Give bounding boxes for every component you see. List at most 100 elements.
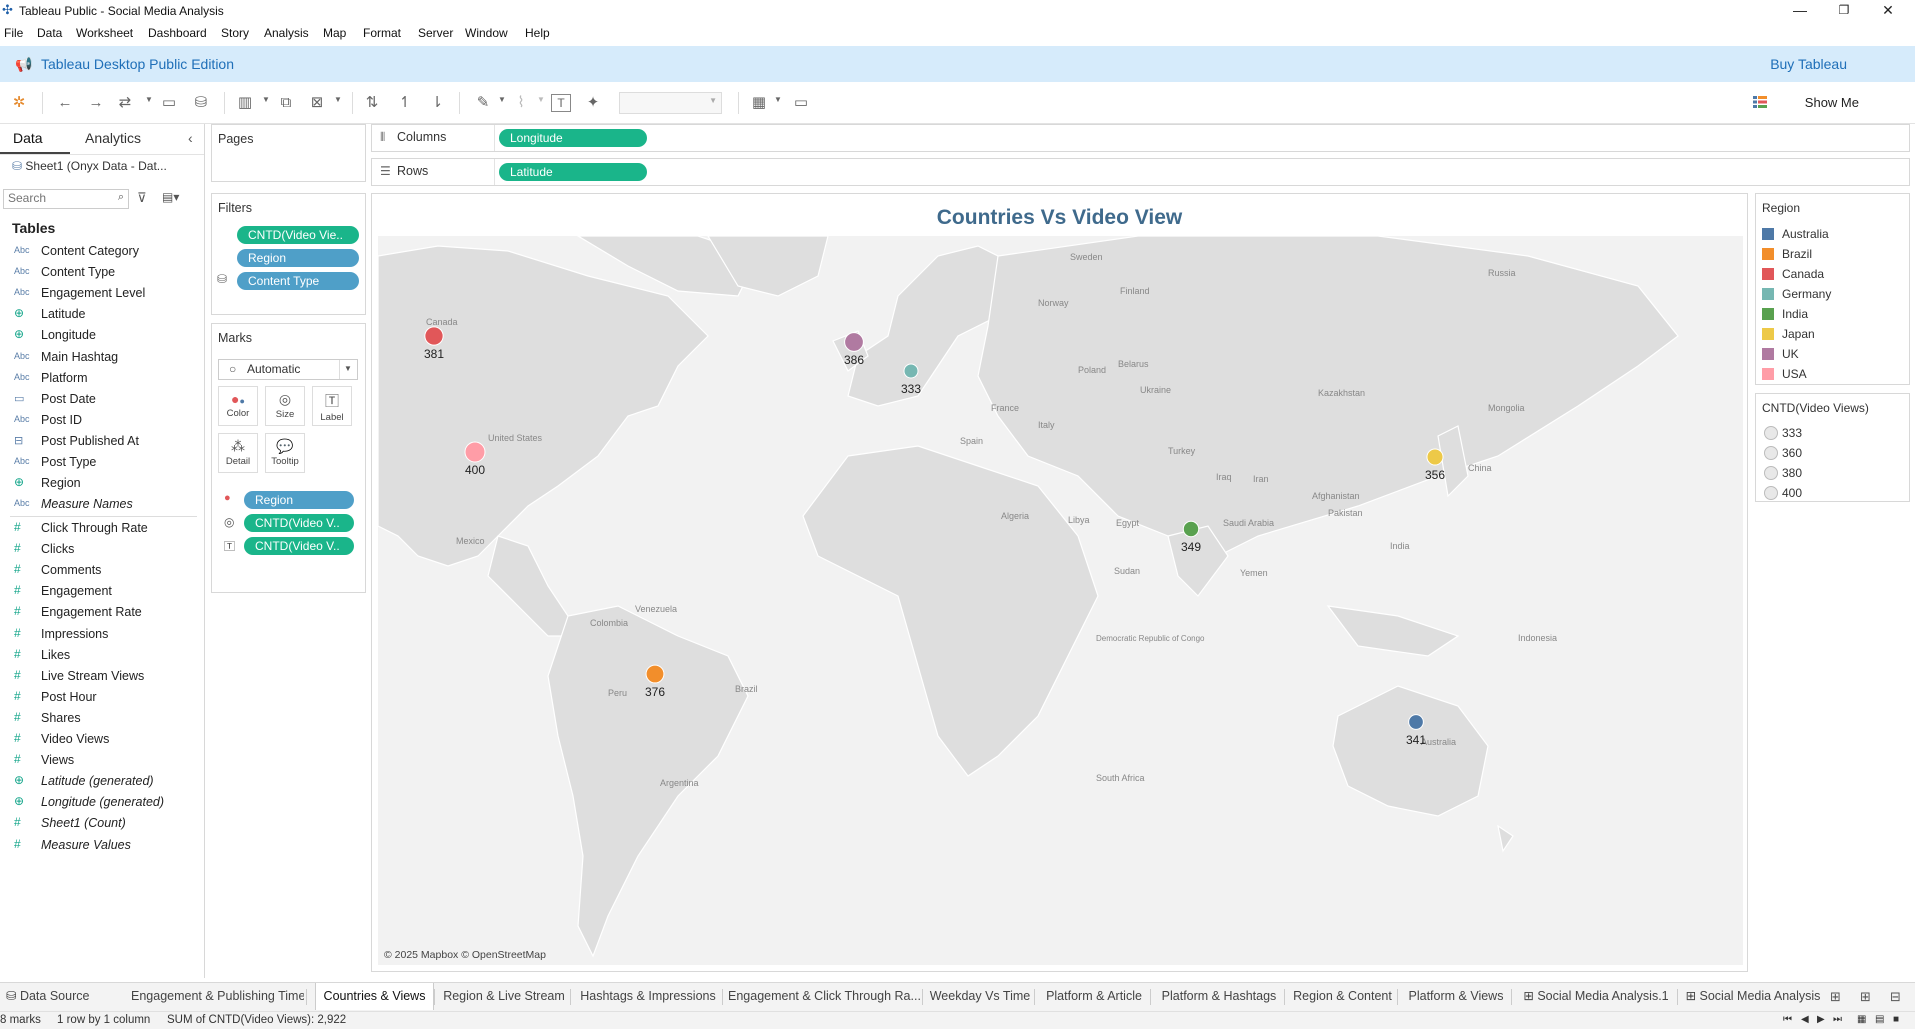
measure-field-impressions[interactable]: # Impressions (0, 625, 204, 645)
sheet-tab-engagement-publishing-time[interactable]: Engagement & Publishing Time (131, 983, 304, 1010)
view-options-icon[interactable]: ▤▾ (162, 190, 179, 204)
dimension-field-content-type[interactable]: Abc Content Type (0, 263, 204, 283)
marks-pill-region[interactable]: Region (244, 491, 354, 509)
undo-icon[interactable]: ← (54, 93, 76, 113)
mark-uk[interactable] (844, 332, 864, 352)
mark-india[interactable] (1182, 520, 1200, 538)
tabs-icon[interactable]: ▤ (1875, 1014, 1884, 1025)
redo-icon[interactable]: → (85, 93, 107, 113)
rows-shelf[interactable]: ☰ Rows Latitude (371, 158, 1910, 186)
sheet-tab-weekday-vs-time[interactable]: Weekday Vs Time (928, 983, 1032, 1010)
dimension-field-content-category[interactable]: Abc Content Category (0, 242, 204, 262)
mark-type-dropdown[interactable]: ○ Automatic ▼ (218, 359, 358, 380)
dimension-field-latitude[interactable]: ⊕ Latitude (0, 305, 204, 325)
present-mode-icon[interactable]: ▭ (790, 93, 812, 113)
swap-rows-columns-icon[interactable]: ⇅ (361, 93, 383, 113)
sheet-tab-social-media-analysis[interactable]: ⊞ Social Media Analysis (1683, 983, 1823, 1010)
measure-field-clicks[interactable]: # Clicks (0, 540, 204, 560)
tableau-logo-icon[interactable]: ✲ (8, 93, 30, 113)
fit-dropdown[interactable]: ▼ (619, 92, 722, 114)
measure-field-engagement[interactable]: # Engagement (0, 582, 204, 602)
menu-story[interactable]: Story (221, 26, 249, 40)
sheet-tab-region-content[interactable]: Region & Content (1290, 983, 1395, 1010)
world-map[interactable]: Sweden Finland Russia Norway Canada Poland Bel… (378, 236, 1743, 965)
columns-pill-longitude[interactable]: Longitude (499, 129, 647, 147)
menu-format[interactable]: Format (363, 26, 401, 40)
mark-usa[interactable] (464, 441, 486, 463)
prev-sheet-icon[interactable]: ◀ (1801, 1014, 1809, 1025)
menu-worksheet[interactable]: Worksheet (76, 26, 133, 40)
menu-help[interactable]: Help (525, 26, 550, 40)
dimension-field-platform[interactable]: Abc Platform (0, 369, 204, 389)
show-me-button[interactable]: Show Me (1805, 95, 1859, 110)
sheet-tab-engagement-click-through-ra[interactable]: Engagement & Click Through Ra... (728, 983, 920, 1010)
measure-field-live-stream-views[interactable]: # Live Stream Views (0, 667, 204, 687)
measure-field-sheet1-count[interactable]: # Sheet1 (Count) (0, 814, 204, 834)
color-button[interactable]: ●● Color (218, 386, 258, 426)
first-sheet-icon[interactable]: ⏮ (1783, 1014, 1792, 1025)
marks-pill-label-cntd[interactable]: CNTD(Video V.. (244, 537, 354, 555)
size-button[interactable]: ◎ Size (265, 386, 305, 426)
filter-fields-icon[interactable]: ⊽ (137, 190, 147, 206)
label-button[interactable]: 🅃 Label (312, 386, 352, 426)
minimize-button[interactable]: — (1778, 0, 1822, 22)
measure-field-views[interactable]: # Views (0, 751, 204, 771)
sort-ascending-icon[interactable]: ↿ (394, 93, 416, 113)
maximize-button[interactable]: ❐ (1822, 0, 1866, 22)
new-datasource-icon[interactable]: ⛁ (190, 93, 212, 113)
sheet-tab-region-live-stream[interactable]: Region & Live Stream (440, 983, 568, 1010)
sheet-tab-countries-views[interactable]: Countries & Views (315, 983, 434, 1010)
measure-field-click-through-rate[interactable]: # Click Through Rate (0, 519, 204, 539)
sheet-tab-hashtags-impressions[interactable]: Hashtags & Impressions (576, 983, 720, 1010)
attach-icon[interactable]: ⌇ (510, 93, 532, 113)
mark-japan[interactable] (1426, 448, 1444, 466)
show-labels-icon[interactable]: T (551, 94, 571, 112)
highlight-icon[interactable]: ✎ (472, 93, 494, 113)
filter-pill-cntd-video-views[interactable]: CNTD(Video Vie.. (237, 226, 359, 244)
sort-descending-icon[interactable]: ⇂ (426, 93, 448, 113)
filter-pill-content-type[interactable]: Content Type (237, 272, 359, 290)
menu-data[interactable]: Data (37, 26, 62, 40)
duplicate-sheet-icon[interactable]: ⧉ (275, 93, 297, 113)
mark-australia[interactable] (1408, 714, 1424, 730)
last-sheet-icon[interactable]: ⏭ (1833, 1014, 1842, 1025)
pages-shelf[interactable]: Pages (211, 124, 366, 182)
measure-field-longitude-generated[interactable]: ⊕ Longitude (generated) (0, 793, 204, 813)
new-dashboard-tab-icon[interactable]: ⊞ (1860, 989, 1871, 1005)
measure-field-post-hour[interactable]: # Post Hour (0, 688, 204, 708)
dimension-field-post-type[interactable]: Abc Post Type (0, 453, 204, 473)
replay-icon[interactable]: ⇄ (114, 93, 136, 113)
new-worksheet-tab-icon[interactable]: ⊞ (1830, 989, 1841, 1005)
menu-server[interactable]: Server (418, 26, 453, 40)
menu-file[interactable]: File (4, 26, 23, 40)
measure-field-latitude-generated[interactable]: ⊕ Latitude (generated) (0, 772, 204, 792)
new-story-tab-icon[interactable]: ⊟ (1890, 989, 1901, 1005)
presentation-icon[interactable]: ▦ (748, 93, 770, 113)
sheet-tab-platform-article[interactable]: Platform & Article (1040, 983, 1148, 1010)
collapse-pane-icon[interactable]: ‹ (188, 130, 193, 146)
tab-data[interactable]: Data (13, 130, 43, 146)
dimension-field-region[interactable]: ⊕ Region (0, 474, 204, 494)
next-sheet-icon[interactable]: ▶ (1817, 1014, 1825, 1025)
dimension-field-engagement-level[interactable]: Abc Engagement Level (0, 284, 204, 304)
data-source-row[interactable]: ⛁ Sheet1 (Onyx Data - Dat... (12, 159, 167, 173)
mark-canada[interactable] (424, 326, 444, 346)
mark-brazil[interactable] (645, 664, 665, 684)
measure-field-likes[interactable]: # Likes (0, 646, 204, 666)
buy-tableau-link[interactable]: Buy Tableau (1770, 56, 1847, 72)
region-legend[interactable]: Region Australia Brazil Canada Germany India… (1755, 193, 1910, 385)
columns-shelf[interactable]: ⦀ Columns Longitude (371, 124, 1910, 152)
measure-field-shares[interactable]: # Shares (0, 709, 204, 729)
search-input[interactable] (4, 190, 112, 206)
marks-pill-size-cntd[interactable]: CNTD(Video V.. (244, 514, 354, 532)
measure-field-engagement-rate[interactable]: # Engagement Rate (0, 603, 204, 623)
tab-data-source[interactable]: ⛁ Data Source (6, 983, 89, 1010)
sheet-tab-platform-views[interactable]: Platform & Views (1403, 983, 1509, 1010)
tooltip-button[interactable]: 💬 Tooltip (265, 433, 305, 473)
menu-analysis[interactable]: Analysis (264, 26, 309, 40)
menu-dashboard[interactable]: Dashboard (148, 26, 207, 40)
menu-window[interactable]: Window (465, 26, 508, 40)
save-icon[interactable]: ▭ (158, 93, 180, 113)
pin-icon[interactable]: ✦ (582, 93, 604, 113)
clear-sheet-icon[interactable]: ⊠ (306, 93, 328, 113)
